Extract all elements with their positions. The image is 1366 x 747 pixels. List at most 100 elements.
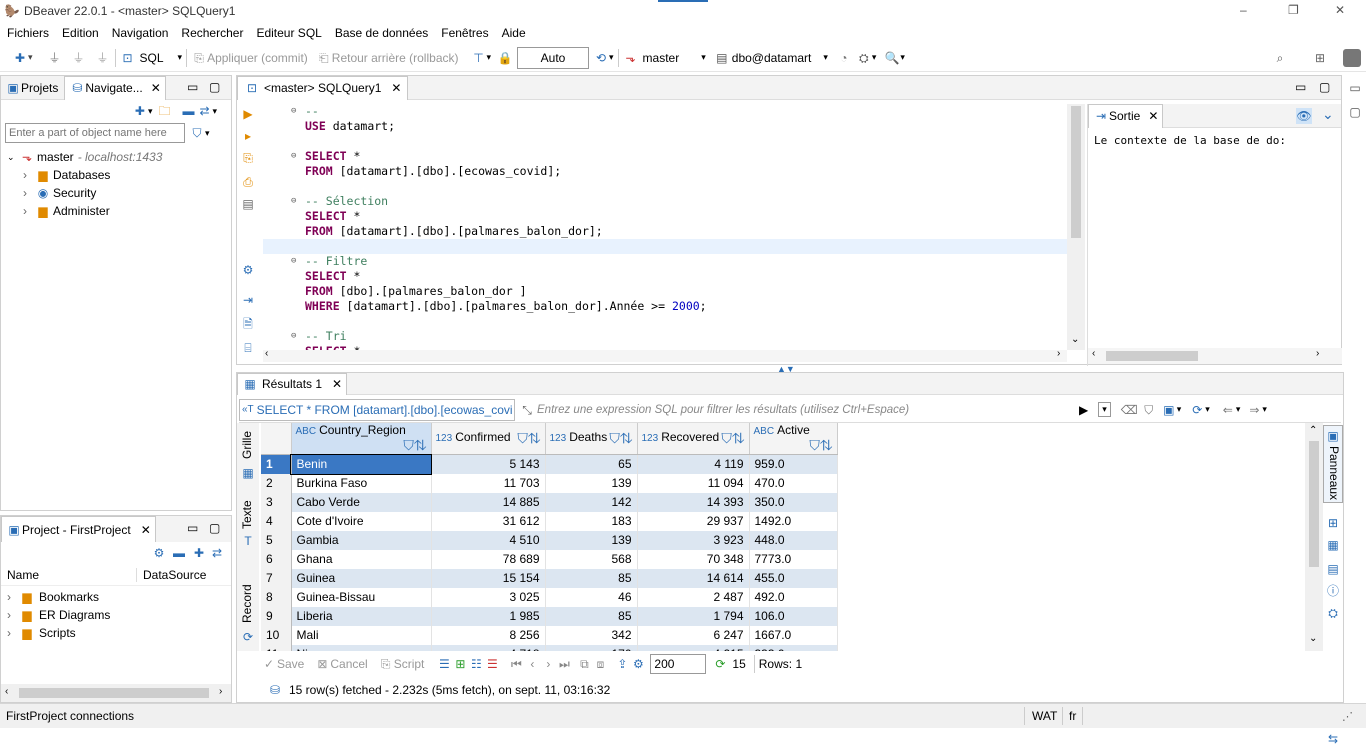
grid-view-icon[interactable]: ▦ xyxy=(240,465,256,481)
tools-dropdown-icon[interactable]: ▾ xyxy=(872,52,877,63)
search-toolbar-icon[interactable]: 🔍 xyxy=(884,50,900,66)
grid-cell[interactable]: 342 xyxy=(545,625,638,645)
grid-cell[interactable]: 448.0 xyxy=(749,530,838,550)
execute-script-tabs-icon[interactable]: ⎙ xyxy=(240,174,256,190)
grid-cell[interactable]: 14 885 xyxy=(431,492,546,512)
nav-dropdown-icon[interactable]: ▾ xyxy=(148,106,153,117)
history-icon[interactable]: ⟲ xyxy=(593,50,609,66)
next-page-icon[interactable]: › xyxy=(540,656,556,672)
edit-row-icon[interactable]: ☰ xyxy=(436,656,452,672)
filter-history-icon[interactable]: ▾ xyxy=(1098,402,1111,417)
fold-icon[interactable]: ⊖ xyxy=(291,329,296,344)
back-icon[interactable]: ⇐ xyxy=(1220,402,1236,418)
maximize-editor-icon[interactable]: ▢ xyxy=(1319,80,1330,94)
dropdown-icon[interactable]: ▾ xyxy=(28,52,33,63)
view-menu-icon[interactable]: ▾ xyxy=(212,106,217,117)
grid-cell[interactable]: Guinea xyxy=(291,568,432,588)
output-menu-icon[interactable]: ⌄ xyxy=(1322,106,1334,123)
scroll-down-icon[interactable]: ⌄ xyxy=(1309,633,1317,644)
grid-cell[interactable]: 3 923 xyxy=(637,530,750,550)
grid-cell[interactable]: Burkina Faso xyxy=(291,473,432,493)
grid-cell[interactable]: 11 094 xyxy=(637,473,750,493)
side-restore-icon[interactable]: ▢ xyxy=(1347,104,1363,120)
tree-node-databases[interactable]: › ▆ Databases xyxy=(7,166,231,184)
menu-fichiers[interactable]: Fichiers xyxy=(7,26,49,40)
panel-calc-icon[interactable]: ▤ xyxy=(1325,561,1341,577)
query-text-field[interactable]: «T SELECT * FROM [datamart].[dbo].[ecowa… xyxy=(239,398,515,421)
script-results-button[interactable]: Script xyxy=(394,657,425,671)
maximize-panel-icon[interactable]: ▢ xyxy=(209,80,220,94)
close-output-icon[interactable]: ✕ xyxy=(1148,109,1158,123)
output-hscroll-thumb[interactable] xyxy=(1106,351,1198,361)
grid-cell[interactable]: 1492.0 xyxy=(749,511,838,531)
sort-filter-icon[interactable]: ⛉⇅ xyxy=(517,430,540,447)
grid-cell[interactable]: 350.0 xyxy=(749,492,838,512)
filter-dropdown-icon[interactable]: ▾ xyxy=(205,128,210,139)
grid-cell[interactable]: 142 xyxy=(545,492,638,512)
panel-refs-icon[interactable]: ⛭ xyxy=(1325,605,1341,621)
editor-hscrollbar[interactable]: ‹ › xyxy=(263,348,1067,362)
commit-button[interactable]: Appliquer (commit) xyxy=(207,51,308,65)
grid-cell[interactable]: 14 614 xyxy=(637,568,750,588)
text-view-icon[interactable]: T xyxy=(240,533,256,549)
grid-cell[interactable]: 470.0 xyxy=(749,473,838,493)
scroll-up-icon[interactable]: ⌃ xyxy=(1309,425,1317,436)
table-row[interactable]: 8 Guinea-Bissau 3 025 46 2 487 492.0 xyxy=(261,587,838,607)
delete-row-icon[interactable]: ☰ xyxy=(484,656,500,672)
sql-editor-icon[interactable]: ⊡ xyxy=(120,50,136,66)
disconnect-icon[interactable]: ⏚ xyxy=(71,50,87,66)
menu-base-de-donnees[interactable]: Base de données xyxy=(335,26,428,40)
side-minimize-icon[interactable]: ▭ xyxy=(1347,80,1363,96)
menu-rechercher[interactable]: Rechercher xyxy=(181,26,243,40)
col-header-active[interactable]: ABC Active ⛉⇅ xyxy=(749,423,838,455)
grid-cell[interactable]: 11 703 xyxy=(431,473,546,493)
maximize-button[interactable]: ❐ xyxy=(1288,3,1299,17)
grid-cell[interactable]: 85 xyxy=(545,568,638,588)
rollback-button[interactable]: Retour arrière (rollback) xyxy=(332,51,459,65)
remove-filter-icon[interactable]: ⛉ xyxy=(1141,402,1157,418)
link-editor-icon[interactable]: ⇄ xyxy=(196,103,212,119)
tab-record[interactable]: Record xyxy=(240,584,254,623)
grid-cell[interactable]: 15 154 xyxy=(431,568,546,588)
fold-icon[interactable]: ⊖ xyxy=(291,254,296,269)
dashboard-icon[interactable]: ◔ xyxy=(836,50,852,66)
grid-cell[interactable]: 4 510 xyxy=(431,530,546,550)
table-row[interactable]: 5 Gambia 4 510 139 3 923 448.0 xyxy=(261,530,838,550)
minimize-editor-icon[interactable]: ▭ xyxy=(1295,80,1306,94)
table-row[interactable]: 1 Benin 5 143 65 4 119 959.0 xyxy=(261,453,838,475)
fetch-page-icon[interactable]: ⧉ xyxy=(576,656,592,672)
results-settings-icon[interactable]: ⚙ xyxy=(630,656,646,672)
new-folder-icon[interactable]: 🗀 xyxy=(156,103,172,119)
sort-filter-icon[interactable]: ⛉⇅ xyxy=(609,430,632,447)
grid-cell[interactable]: 65 xyxy=(545,454,638,474)
load-file-icon[interactable]: 🗎 xyxy=(240,316,256,332)
grid-cell[interactable]: 70 348 xyxy=(637,549,750,569)
grid-cell[interactable]: Ghana xyxy=(291,549,432,569)
table-row[interactable]: 3 Cabo Verde 14 885 142 14 393 350.0 xyxy=(261,492,838,512)
project-item-er-diagrams[interactable]: › ▆ ER Diagrams xyxy=(7,606,231,624)
erase-filter-icon[interactable]: ⌫ xyxy=(1121,402,1138,418)
grid-cell[interactable]: 183 xyxy=(545,511,638,531)
grid-cell[interactable]: 492.0 xyxy=(749,587,838,607)
row-number[interactable]: 4 xyxy=(261,511,292,531)
history-dropdown-icon[interactable]: ▾ xyxy=(609,52,614,63)
scroll-thumb[interactable] xyxy=(19,688,209,698)
save-filter-icon[interactable]: ▣ xyxy=(1161,402,1177,418)
copy-row-icon[interactable]: ☷ xyxy=(468,656,484,672)
col-name[interactable]: Name xyxy=(7,567,137,582)
row-number[interactable]: 9 xyxy=(261,606,292,626)
datasource-dropdown-icon[interactable]: ▾ xyxy=(701,52,706,63)
first-page-icon[interactable]: ⏮ xyxy=(508,656,524,672)
row-number[interactable]: 1 xyxy=(261,454,292,474)
save-results-button[interactable]: Save xyxy=(277,657,304,671)
global-search-icon[interactable]: ⌕ xyxy=(1272,50,1288,66)
panel-value-icon[interactable]: ⊞ xyxy=(1325,515,1341,531)
grid-cell[interactable]: Cote d'Ivoire xyxy=(291,511,432,531)
tools-icon[interactable]: ⛭ xyxy=(856,50,872,66)
expand-arrow-icon[interactable]: › xyxy=(7,624,19,642)
tab-panneaux[interactable]: ▣ Panneaux xyxy=(1323,425,1343,503)
navigator-filter-input[interactable] xyxy=(5,123,185,143)
schema-dropdown-icon[interactable]: ▾ xyxy=(823,52,828,63)
sql-code-editor[interactable]: -- USE datamart; SELECT * FROM [datamart… xyxy=(263,104,1067,350)
grid-cell[interactable]: 8 256 xyxy=(431,625,546,645)
